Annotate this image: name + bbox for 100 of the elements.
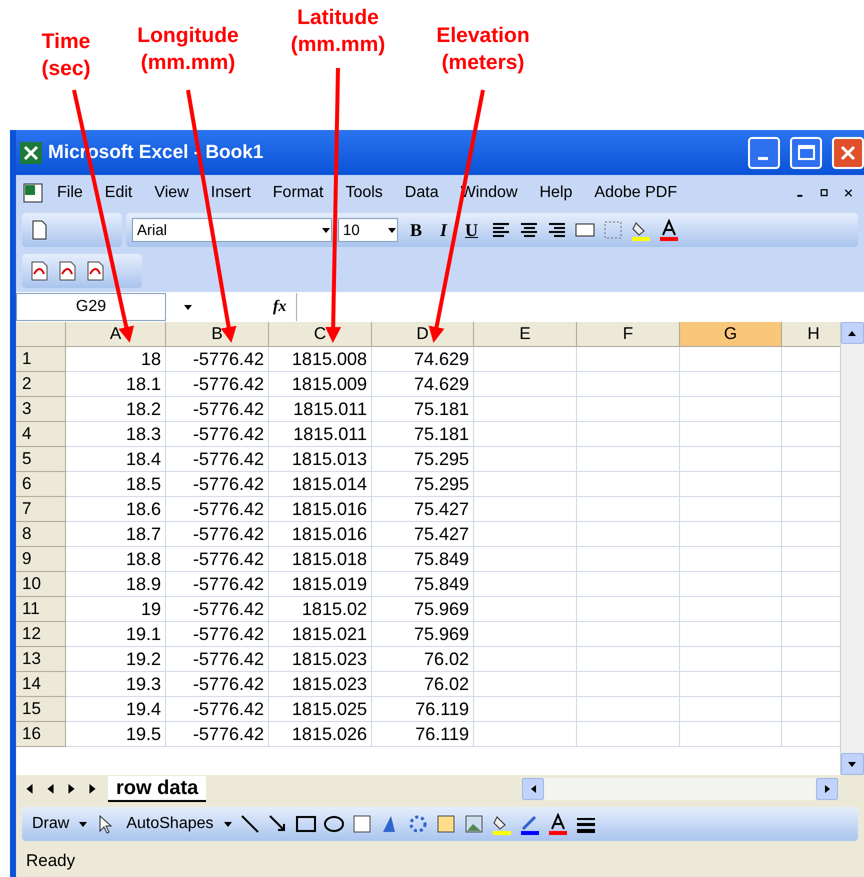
rectangle-icon[interactable] bbox=[294, 813, 317, 835]
row-header[interactable]: 3 bbox=[16, 397, 66, 422]
table-cell: 19.4 bbox=[66, 697, 166, 722]
column-header[interactable]: A bbox=[66, 322, 166, 347]
picture-icon[interactable] bbox=[462, 813, 485, 835]
name-box[interactable]: G29 bbox=[16, 293, 166, 321]
caret-icon[interactable] bbox=[224, 820, 233, 828]
caret-icon[interactable] bbox=[848, 760, 857, 768]
up-arrow-icon[interactable] bbox=[848, 328, 857, 338]
row-header[interactable]: 12 bbox=[16, 622, 66, 647]
column-header[interactable]: H bbox=[782, 322, 840, 347]
table-cell: 75.181 bbox=[372, 422, 474, 447]
underline-button[interactable]: U bbox=[459, 220, 484, 240]
column-header[interactable]: G bbox=[680, 322, 782, 347]
spreadsheet-icon bbox=[22, 182, 44, 204]
sheet-tab[interactable]: row data bbox=[108, 776, 206, 802]
bold-button[interactable]: B bbox=[404, 220, 428, 240]
row-header[interactable]: 15 bbox=[16, 697, 66, 722]
table-cell: -5776.42 bbox=[166, 397, 269, 422]
font-select[interactable]: Arial bbox=[132, 218, 332, 242]
table-cell: -5776.42 bbox=[166, 622, 269, 647]
scroll-down-button[interactable] bbox=[841, 753, 864, 775]
column-header[interactable]: E bbox=[474, 322, 577, 347]
table-cell: 75.969 bbox=[372, 597, 474, 622]
table-cell: 1815.018 bbox=[269, 547, 372, 572]
italic-button[interactable]: I bbox=[434, 220, 454, 240]
font-color-icon[interactable] bbox=[658, 219, 680, 241]
maximize-button[interactable] bbox=[790, 136, 822, 168]
corner-cell[interactable] bbox=[16, 322, 66, 347]
row-header[interactable]: 7 bbox=[16, 497, 66, 522]
column-header[interactable]: D bbox=[372, 322, 474, 347]
column-header[interactable]: F bbox=[577, 322, 680, 347]
horizontal-scrollbar[interactable] bbox=[522, 778, 838, 800]
menu-item[interactable]: Adobe PDF bbox=[585, 184, 686, 202]
table-cell: 74.629 bbox=[372, 347, 474, 372]
caret-icon[interactable] bbox=[388, 226, 397, 234]
first-sheet-icon[interactable] bbox=[24, 784, 35, 794]
table-cell: 75.849 bbox=[372, 547, 474, 572]
right-arrow-icon[interactable] bbox=[822, 784, 832, 794]
clip-art-icon[interactable] bbox=[434, 813, 457, 835]
row-header[interactable]: 14 bbox=[16, 672, 66, 697]
row-header[interactable]: 2 bbox=[16, 372, 66, 397]
table-cell: 1815.008 bbox=[269, 347, 372, 372]
table-cell: 1815.013 bbox=[269, 447, 372, 472]
menu-item[interactable]: Data bbox=[396, 184, 448, 202]
table-cell: -5776.42 bbox=[166, 497, 269, 522]
scroll-left-button[interactable] bbox=[522, 778, 544, 800]
line-color-icon[interactable] bbox=[518, 813, 541, 835]
menu-item[interactable]: Help bbox=[530, 184, 582, 202]
close-button[interactable] bbox=[832, 136, 864, 168]
row-header[interactable]: 6 bbox=[16, 472, 66, 497]
row-header[interactable]: 4 bbox=[16, 422, 66, 447]
table-cell: 18.9 bbox=[66, 572, 166, 597]
column-header[interactable]: B bbox=[166, 322, 269, 347]
row-header[interactable]: 13 bbox=[16, 647, 66, 672]
font-color-icon[interactable] bbox=[546, 813, 569, 835]
table-cell: 19.2 bbox=[66, 647, 166, 672]
table-cell: 1815.011 bbox=[269, 422, 372, 447]
row-header[interactable]: 5 bbox=[16, 447, 66, 472]
font-size-select[interactable]: 10 bbox=[338, 218, 398, 242]
table-cell: 1815.009 bbox=[269, 372, 372, 397]
minimize-button[interactable] bbox=[748, 136, 780, 168]
formula-icon[interactable]: fx bbox=[273, 298, 286, 316]
row-header[interactable]: 10 bbox=[16, 572, 66, 597]
caret-icon[interactable] bbox=[184, 302, 193, 312]
menu-item[interactable]: Insert bbox=[202, 184, 260, 202]
menu-item[interactable]: Tools bbox=[336, 184, 392, 202]
row-header[interactable]: 16 bbox=[16, 722, 66, 747]
row-header[interactable]: 8 bbox=[16, 522, 66, 547]
text-box-icon[interactable] bbox=[350, 813, 373, 835]
table-cell: 1815.021 bbox=[269, 622, 372, 647]
left-arrow-icon[interactable] bbox=[528, 784, 538, 794]
table-cell: -5776.42 bbox=[166, 722, 269, 747]
vertical-scrollbar[interactable] bbox=[840, 322, 864, 775]
table-cell: 1815.016 bbox=[269, 497, 372, 522]
caret-icon[interactable] bbox=[322, 226, 331, 234]
column-header[interactable]: C bbox=[269, 322, 372, 347]
diagram-icon[interactable] bbox=[406, 813, 429, 835]
menu-item[interactable]: Format bbox=[264, 184, 332, 202]
last-sheet-icon[interactable] bbox=[87, 784, 98, 794]
ellipse-icon[interactable] bbox=[322, 813, 345, 835]
row-header[interactable]: 9 bbox=[16, 547, 66, 572]
table-cell: 75.427 bbox=[372, 522, 474, 547]
menu-item[interactable]: View bbox=[145, 184, 198, 202]
caret-icon[interactable] bbox=[79, 820, 88, 828]
menu-item[interactable]: File bbox=[48, 184, 92, 202]
row-header[interactable]: 11 bbox=[16, 597, 66, 622]
line-icon[interactable] bbox=[238, 813, 261, 835]
table-cell: 76.02 bbox=[372, 647, 474, 672]
previous-sheet-icon[interactable] bbox=[45, 784, 56, 794]
autoshapes-menu-button[interactable]: AutoShapes bbox=[122, 815, 218, 833]
scroll-right-button[interactable] bbox=[816, 778, 838, 800]
menu-item[interactable]: Edit bbox=[96, 184, 142, 202]
scroll-up-button[interactable] bbox=[841, 322, 864, 344]
row-header[interactable]: 1 bbox=[16, 347, 66, 372]
borders-icon[interactable] bbox=[602, 219, 624, 241]
next-sheet-icon[interactable] bbox=[66, 784, 77, 794]
close-icon bbox=[840, 144, 856, 160]
draw-menu-button[interactable]: Draw bbox=[28, 815, 74, 833]
table-cell: 18.8 bbox=[66, 547, 166, 572]
